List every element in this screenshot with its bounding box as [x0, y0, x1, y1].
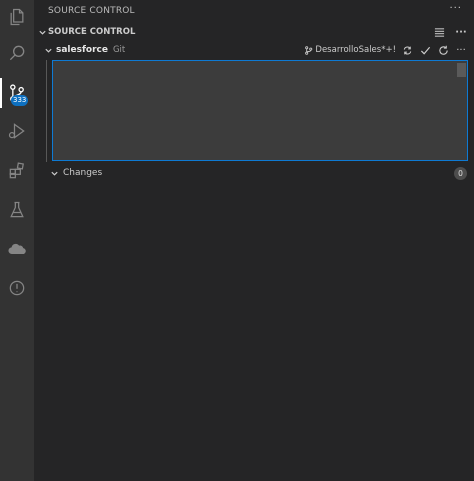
salesforce-cloud-icon[interactable]	[0, 232, 34, 266]
run-debug-icon[interactable]	[0, 114, 34, 148]
repository-more-icon[interactable]: ···	[454, 43, 468, 57]
branch-icon	[305, 45, 313, 55]
repository-kind: Git	[112, 45, 126, 55]
repository-row[interactable]: salesforce Git DesarrolloSales*+! ···	[34, 41, 474, 59]
sync-icon[interactable]	[400, 43, 414, 57]
sidebar-title-row: SOURCE CONTROL ···	[34, 0, 474, 22]
tree-indent-guide	[46, 60, 47, 162]
more-actions-icon[interactable]: ···	[449, 3, 462, 14]
extensions-icon[interactable]	[0, 154, 34, 188]
changes-count-badge: 0	[454, 167, 467, 180]
search-icon[interactable]	[0, 36, 34, 70]
side-bar: SOURCE CONTROL ··· SOURCE CONTROL ··· sa…	[34, 0, 474, 481]
commit-check-icon[interactable]	[418, 43, 432, 57]
view-as-list-icon[interactable]	[432, 25, 446, 39]
branch-picker[interactable]: DesarrolloSales*+!	[304, 45, 396, 55]
source-control-section-header[interactable]: SOURCE CONTROL ···	[34, 23, 474, 41]
explorer-icon[interactable]	[0, 0, 34, 34]
branch-name: DesarrolloSales*+!	[315, 45, 396, 55]
refresh-icon[interactable]	[436, 43, 450, 57]
section-more-icon[interactable]: ···	[454, 25, 468, 39]
sidebar-title: SOURCE CONTROL	[48, 6, 135, 16]
section-title: SOURCE CONTROL	[48, 27, 136, 37]
chevron-down-icon	[36, 26, 48, 38]
commit-message-box[interactable]	[52, 60, 468, 161]
chevron-down-icon	[48, 167, 60, 179]
chevron-down-icon	[42, 44, 54, 56]
source-control-badge: 333	[11, 95, 29, 106]
testing-icon[interactable]	[0, 193, 34, 227]
repository-name: salesforce	[56, 45, 108, 55]
problems-icon[interactable]	[0, 271, 34, 305]
commit-scrollbar[interactable]	[457, 63, 466, 77]
changes-group[interactable]: Changes 0	[34, 165, 474, 181]
commit-message-input[interactable]	[53, 61, 467, 160]
changes-label: Changes	[63, 168, 103, 178]
activity-bar: 333	[0, 0, 34, 481]
